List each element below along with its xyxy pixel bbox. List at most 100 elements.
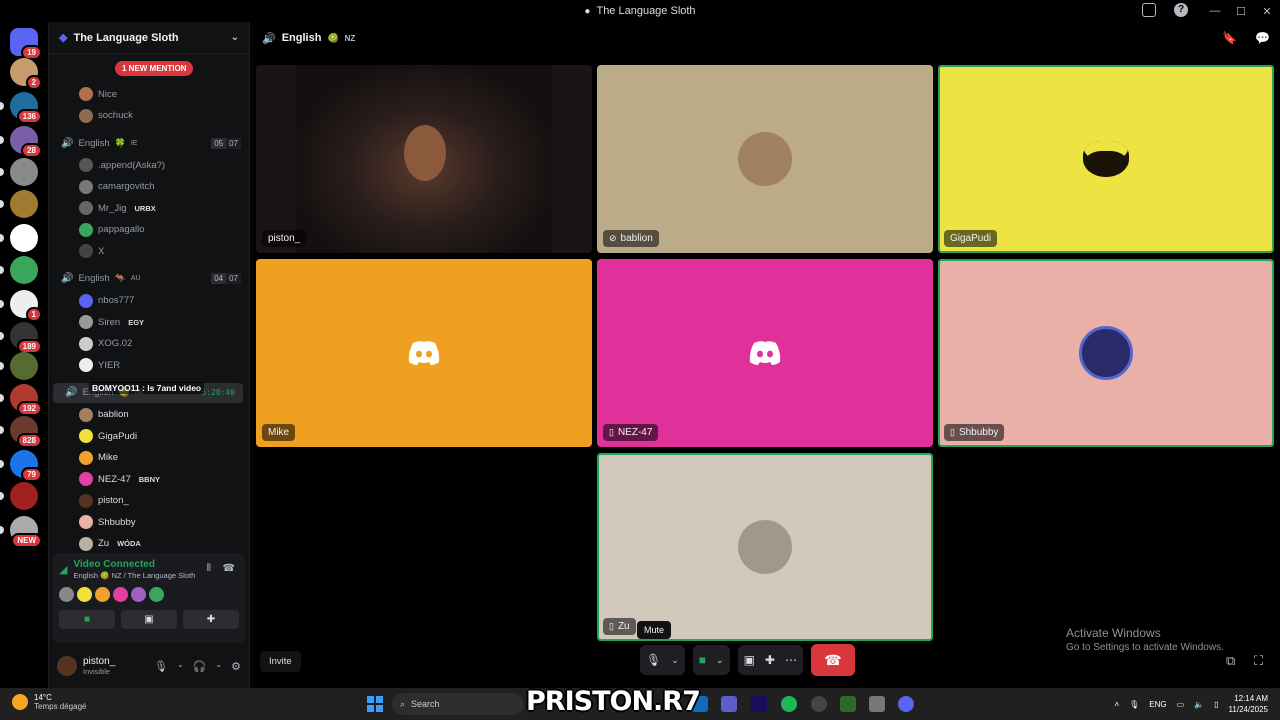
server-icon[interactable]: 19 [10,28,42,60]
voice-user[interactable]: X [49,241,249,261]
server-icon[interactable] [10,256,38,284]
camera-control[interactable]: ■ ⌄ [692,645,730,675]
server-header[interactable]: ◆ The Language Sloth ⌄ [49,22,249,54]
popout-icon[interactable]: ⧉ [1226,653,1235,669]
taskbar-search[interactable]: ⌕ Search [392,693,524,715]
voice-user[interactable]: Nice [49,84,249,104]
video-tile[interactable]: ▯ NEZ-47 [597,259,933,447]
activity-button[interactable]: ✚ [183,610,239,629]
voice-user[interactable]: Mr_Jig URBX [49,198,249,218]
noise-suppression-icon[interactable]: ⫴ [207,563,211,574]
video-tile[interactable]: Mike [256,259,592,447]
video-tile[interactable]: GigaPudi [938,65,1274,253]
avatar[interactable] [77,587,92,602]
video-tile[interactable]: ▯ Zu [597,453,933,641]
video-tile[interactable]: piston_ [256,65,592,253]
microphone-icon[interactable]: 🎙 [1129,700,1139,709]
server-icon[interactable]: 828 [10,416,42,448]
fullscreen-icon[interactable]: ⛶ [1254,653,1263,669]
voice-user[interactable]: piston_ [49,491,249,511]
invite-button[interactable]: Invite [260,651,301,672]
username[interactable]: piston_ [83,656,115,667]
voice-user[interactable]: pappagallo [49,220,249,240]
avatar[interactable] [131,587,146,602]
video-tile[interactable]: ⊘ bablion [597,65,933,253]
camera-icon[interactable]: ■ [699,653,706,667]
disconnect-button[interactable]: ☎ [810,644,855,676]
server-icon[interactable] [10,158,38,186]
language-indicator[interactable]: ENG [1149,700,1166,709]
network-icon[interactable]: ▭ [1177,700,1185,709]
voice-user[interactable]: NEZ-47 BBNY [49,469,249,489]
voice-user[interactable]: GigaPudi [49,426,249,446]
avatar[interactable] [59,587,74,602]
signal-icon[interactable]: ◢ [59,563,67,576]
new-mention-banner[interactable]: 1 NEW MENTION [115,61,194,76]
server-icon[interactable]: 136 [10,92,42,124]
server-icon[interactable] [10,224,38,252]
minimize-button[interactable]: — [1202,5,1228,17]
disconnect-icon[interactable]: ☎ [223,563,235,574]
voice-user[interactable]: Siren EGY [49,312,249,332]
bookmark-icon[interactable]: 🔖 [1222,31,1237,45]
video-tile[interactable]: ▯ Shbubby [938,259,1274,447]
battery-icon[interactable]: ▯ [1214,700,1218,709]
server-icon[interactable]: 79 [10,450,42,482]
chevron-down-icon[interactable]: ⌄ [671,655,679,666]
avatar[interactable] [57,656,77,676]
activity-icon[interactable]: ✚ [765,653,775,667]
avatar[interactable] [113,587,128,602]
microphone-icon[interactable]: 🎙 [646,653,661,667]
server-icon[interactable]: 189 [10,322,42,354]
chevron-down-icon[interactable]: ⌄ [716,655,724,666]
server-icon[interactable] [10,482,38,510]
voice-user[interactable]: Shbubby [49,512,249,532]
maximize-button[interactable]: ☐ [1228,5,1254,18]
voice-user[interactable]: YIER [49,355,249,375]
server-icon[interactable]: 192 [10,384,42,416]
close-button[interactable]: ✕ [1254,5,1280,18]
start-button[interactable] [367,696,383,712]
camera-button[interactable]: ■ [59,610,115,629]
microphone-icon[interactable]: 🎙 [154,660,168,673]
voice-user[interactable]: XOG.02 [49,334,249,354]
screen-share-icon[interactable]: ▣ [744,653,755,667]
chat-icon[interactable]: 💬 [1255,31,1270,45]
voice-location[interactable]: English 🥝 NZ / The Language Sloth [73,571,195,580]
avatar[interactable] [149,587,164,602]
spotify-icon[interactable] [781,696,797,712]
server-icon[interactable]: 2 [10,58,42,90]
chevron-down-icon[interactable]: ⌄ [177,660,184,673]
voice-channel[interactable]: 🔊 English 🍀 IE 05 07 [49,133,249,153]
voice-user[interactable]: bablion [49,405,249,425]
voice-user[interactable]: camargovitch [49,177,249,197]
terminal-icon[interactable] [840,696,856,712]
snipping-tool-icon[interactable] [869,696,885,712]
screen-share-button[interactable]: ▣ [121,610,177,629]
weather-widget[interactable]: 14°C Temps dégagé [12,693,86,711]
server-icon[interactable]: NEW [10,516,42,548]
volume-icon[interactable]: 🔈 [1194,700,1204,709]
gear-icon[interactable]: ⚙ [231,660,241,673]
clock[interactable]: 12:14 AM 11/24/2025 [1229,693,1268,715]
voice-user[interactable]: .append(Aska?) [49,155,249,175]
voice-channel[interactable]: 🔊 English 🦘 AU 04 07 [49,269,249,289]
mic-control[interactable]: 🎙 ⌄ [640,645,685,675]
premiere-icon[interactable] [751,696,767,712]
inbox-icon[interactable] [1142,3,1156,17]
avatar[interactable] [95,587,110,602]
voice-user[interactable]: Mike [49,448,249,468]
obs-icon[interactable] [811,696,827,712]
voice-user[interactable]: Zu WÓDA [49,534,249,554]
voice-user[interactable]: nbos777 [49,291,249,311]
help-icon[interactable]: ? [1174,3,1188,17]
voice-user[interactable]: sochuck [49,106,249,126]
server-icon[interactable]: 28 [10,126,42,158]
chevron-down-icon[interactable]: ⌄ [215,660,222,673]
more-icon[interactable]: ⋯ [785,653,797,667]
server-icon[interactable] [10,190,38,218]
teams-icon[interactable] [721,696,737,712]
server-icon[interactable] [10,352,38,380]
discord-icon[interactable] [898,696,914,712]
chevron-up-icon[interactable]: ˄ [1114,700,1119,709]
